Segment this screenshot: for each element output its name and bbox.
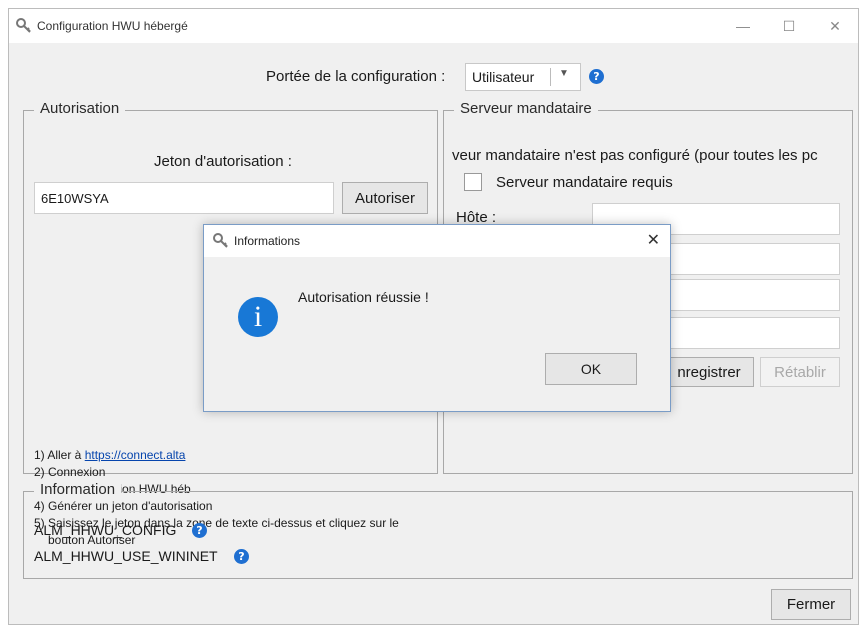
- step-2: 2) Connexion: [34, 465, 106, 479]
- close-button[interactable]: Fermer: [771, 589, 851, 620]
- info-icon: i: [238, 297, 278, 337]
- info-dialog: Informations ✕ i Autorisation réussie ! …: [203, 224, 671, 412]
- env-var-wininet: ALM_HHWU_USE_WININET: [34, 548, 218, 564]
- select-separator: [550, 68, 551, 86]
- help-icon[interactable]: ?: [234, 549, 249, 564]
- help-icon[interactable]: ?: [192, 523, 207, 538]
- information-legend: Information: [34, 481, 122, 498]
- ok-button[interactable]: OK: [545, 353, 637, 385]
- key-icon: [16, 18, 31, 33]
- save-button[interactable]: nregistrer: [664, 357, 754, 387]
- env-var-config: ALM_HHWU_CONFIG: [34, 522, 177, 538]
- scope-selected-value: Utilisateur: [472, 69, 535, 85]
- token-value: 6E10WSYA: [41, 191, 109, 206]
- reset-button[interactable]: Rétablir: [760, 357, 840, 387]
- close-icon: ✕: [829, 17, 841, 34]
- token-label: Jeton d'autorisation :: [154, 153, 292, 170]
- title-bar: Configuration HWU hébergé — ☐ ✕: [9, 9, 858, 43]
- help-icon[interactable]: ?: [589, 69, 604, 84]
- minimize-icon: —: [736, 18, 750, 34]
- proxy-status: veur mandataire n'est pas configuré (pou…: [452, 147, 818, 164]
- authorize-button[interactable]: Autoriser: [342, 182, 428, 214]
- dialog-title: Informations: [234, 234, 301, 248]
- auth-legend: Autorisation: [34, 100, 126, 117]
- dialog-title-bar: Informations ✕: [204, 225, 670, 257]
- minimize-button[interactable]: —: [720, 9, 766, 43]
- connect-link[interactable]: https://connect.alta: [85, 448, 186, 462]
- maximize-icon: ☐: [782, 17, 796, 34]
- close-window-button[interactable]: ✕: [812, 9, 858, 43]
- information-group: Information ALM_HHWU_CONFIG ? ALM_HHWU_U…: [23, 481, 853, 579]
- step-1: 1) Aller à https://connect.alta: [34, 448, 186, 462]
- proxy-required-label: Serveur mandataire requis: [496, 174, 673, 191]
- proxy-required-checkbox[interactable]: [464, 173, 482, 191]
- scope-label: Portée de la configuration :: [266, 68, 446, 85]
- window-title: Configuration HWU hébergé: [37, 19, 188, 33]
- key-icon: [213, 233, 228, 248]
- proxy-legend: Serveur mandataire: [454, 100, 598, 117]
- chevron-down-icon: ▼: [559, 68, 569, 79]
- dialog-close-icon[interactable]: ✕: [647, 230, 660, 250]
- token-input[interactable]: 6E10WSYA: [34, 182, 334, 214]
- maximize-button[interactable]: ☐: [766, 9, 812, 43]
- scope-select[interactable]: Utilisateur ▼: [465, 63, 581, 91]
- dialog-message: Autorisation réussie !: [298, 289, 429, 305]
